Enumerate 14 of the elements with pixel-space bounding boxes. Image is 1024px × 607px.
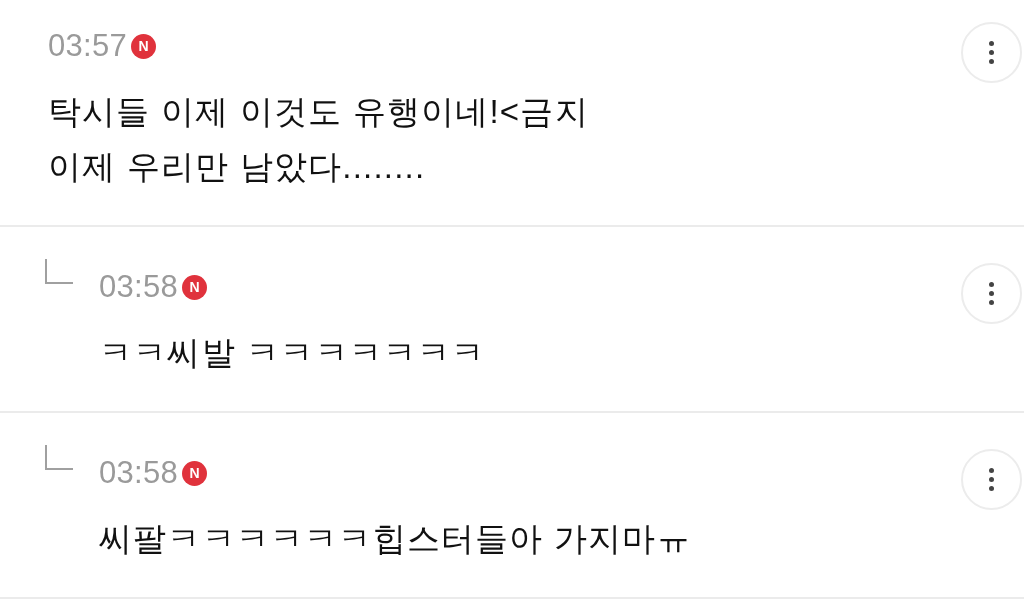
- reply-corner-icon: [45, 445, 73, 470]
- reply-corner-icon: [45, 259, 73, 284]
- comment-time: 03:58: [99, 456, 179, 490]
- more-icon: [989, 41, 994, 64]
- new-badge: N: [182, 274, 208, 300]
- more-icon: [989, 468, 994, 491]
- new-badge: N: [182, 460, 208, 486]
- new-badge: N: [131, 33, 157, 59]
- comment-text: ㅋㅋ씨발 ㅋㅋㅋㅋㅋㅋㅋ: [99, 333, 486, 373]
- comment-time: 03:58: [99, 270, 179, 304]
- comment-text: 씨팔ㅋㅋㅋㅋㅋㅋ힙스터들아 가지마ㅠ: [99, 519, 691, 559]
- more-icon: [989, 282, 994, 305]
- comment-time: 03:57: [48, 29, 128, 63]
- comment-text: 탁시들 이제 이것도 유행이네!<금지 이제 우리만 남았다........: [48, 92, 589, 187]
